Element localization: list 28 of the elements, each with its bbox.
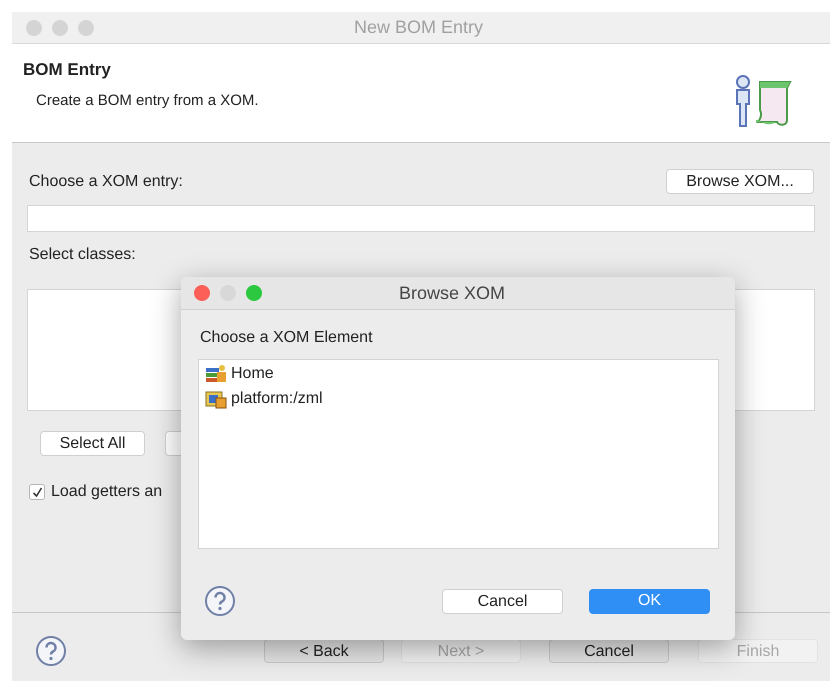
tree-item[interactable]: Home xyxy=(205,361,718,386)
cancel-button[interactable]: Cancel xyxy=(549,639,669,663)
select-all-button[interactable]: Select All xyxy=(40,431,145,456)
window-title: New BOM Entry xyxy=(354,16,484,39)
browse-xom-button[interactable]: Browse XOM... xyxy=(666,169,814,194)
load-getters-label: Load getters an xyxy=(51,482,162,502)
window-control-icon[interactable] xyxy=(246,285,262,301)
header-description: Create a BOM entry from a XOM. xyxy=(36,91,259,111)
person-scroll-icon xyxy=(734,74,794,130)
checkbox[interactable] xyxy=(29,484,45,500)
header-title: BOM Entry xyxy=(23,59,111,81)
xom-tree[interactable]: Home platform:/zml xyxy=(198,359,719,549)
xom-entry-label: Choose a XOM entry: xyxy=(29,172,183,192)
help-icon[interactable] xyxy=(204,585,236,617)
xom-entry-field[interactable] xyxy=(27,205,815,232)
window-control-icon[interactable] xyxy=(52,20,68,36)
window-control-icon[interactable] xyxy=(194,285,210,301)
dialog-title: Browse XOM xyxy=(399,282,506,304)
cancel-button[interactable]: Cancel xyxy=(442,588,563,614)
xom-element-label: Choose a XOM Element xyxy=(200,328,374,348)
back-button[interactable]: < Back xyxy=(264,639,384,663)
window-control-icon[interactable] xyxy=(26,20,42,36)
select-classes-label: Select classes: xyxy=(29,245,137,265)
help-icon[interactable] xyxy=(35,635,67,667)
tree-item[interactable]: platform:/zml xyxy=(205,386,718,411)
window-control-icon[interactable] xyxy=(78,20,94,36)
stack-icon xyxy=(205,364,227,384)
package-icon xyxy=(205,388,227,408)
